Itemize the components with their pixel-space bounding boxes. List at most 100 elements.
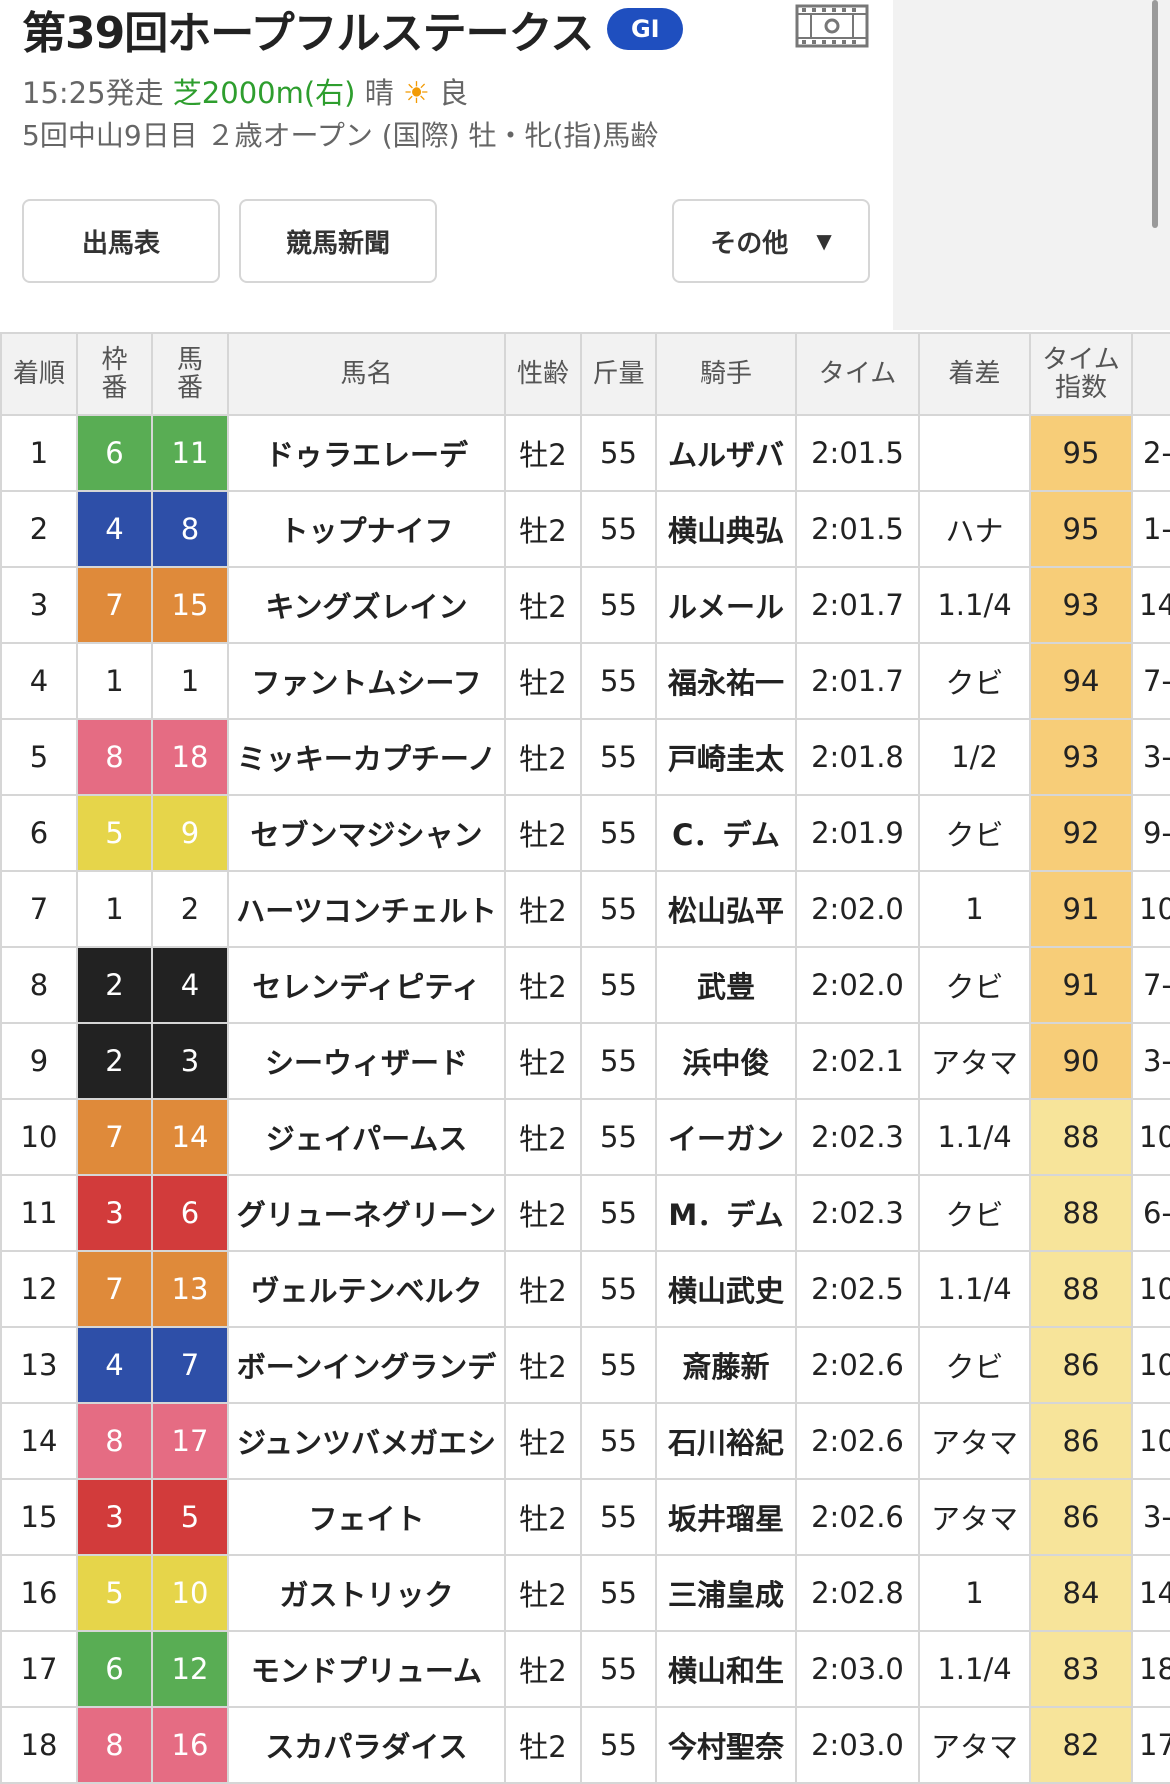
weight-cell: 55	[580, 1326, 657, 1404]
newspaper-button[interactable]: 競馬新聞	[239, 199, 437, 283]
extra-cell: 6-	[1131, 1174, 1170, 1252]
horse-name-link[interactable]: シーウィザード	[227, 1022, 506, 1100]
going: 良	[439, 76, 469, 110]
sex-age-cell: 牡2	[504, 1630, 582, 1708]
jockey-link[interactable]: 武豊	[655, 946, 797, 1024]
margin-cell: 1.1/4	[918, 1630, 1031, 1708]
horse-name-link[interactable]: スカパラダイス	[227, 1706, 506, 1784]
horse-name-link[interactable]: ジェイパームス	[227, 1098, 506, 1176]
horse-name-link[interactable]: モンドプリューム	[227, 1630, 506, 1708]
time-index-cell: 94	[1029, 642, 1133, 720]
table-row[interactable]: 14817ジュンツバメガエシ牡255石川裕紀2:02.6アタマ8610	[0, 1402, 1170, 1480]
extra-cell: 14	[1131, 1554, 1170, 1632]
horse-name-link[interactable]: フェイト	[227, 1478, 506, 1556]
jockey-link[interactable]: イーガン	[655, 1098, 797, 1176]
video-icon[interactable]	[795, 4, 869, 48]
table-row[interactable]: 6 5 9 セブンマジシャン 牡2 55 C．デム 2:01.9 クビ 92 9-	[0, 794, 1170, 872]
table-row[interactable]: 4 1 1 ファントムシーフ 牡2 55 福永祐一 2:01.7 クビ 94 7-	[0, 642, 1170, 720]
table-row[interactable]: 11 3 6 グリューネグリーン 牡2 55 M．デム 2:02.3 クビ 88 6-	[0, 1174, 1170, 1252]
rank-cell: 12	[0, 1250, 78, 1328]
margin-cell: クビ	[918, 642, 1031, 720]
table-row[interactable]: 9 2 3 シーウィザード 牡2 55 浜中俊 2:02.1 アタマ 90 3-	[0, 1022, 1170, 1100]
jockey-link[interactable]: 三浦皇成	[655, 1554, 797, 1632]
jockey-link[interactable]: 斎藤新	[655, 1326, 797, 1404]
weight-cell: 55	[580, 1022, 657, 1100]
jockey-link[interactable]: 坂井瑠星	[655, 1478, 797, 1556]
horse-name-link[interactable]: ファントムシーフ	[227, 642, 506, 720]
extra-cell: 14	[1131, 566, 1170, 644]
waku-cell: 3	[76, 1174, 153, 1252]
horse-name-link[interactable]: ボーンイングランデ	[227, 1326, 506, 1404]
table-row[interactable]: 17612モンドプリューム牡255横山和生2:03.01.1/48318	[0, 1630, 1170, 1708]
weight-cell: 55	[580, 794, 657, 872]
table-row[interactable]: 18816スカパラダイス牡255今村聖奈2:03.0アタマ8217	[0, 1706, 1170, 1784]
rank-cell: 5	[0, 718, 78, 796]
table-row[interactable]: 1347ボーンイングランデ牡255斎藤新2:02.6クビ8610	[0, 1326, 1170, 1404]
waku-cell: 6	[76, 1630, 153, 1708]
jockey-link[interactable]: 浜中俊	[655, 1022, 797, 1100]
scrollbar[interactable]	[1152, 0, 1158, 228]
start-time: 15:25発走	[22, 76, 164, 110]
time-cell: 2:01.9	[795, 794, 920, 872]
horse-name-link[interactable]: キングズレイン	[227, 566, 506, 644]
waku-cell: 2	[76, 946, 153, 1024]
waku-cell: 4	[76, 490, 153, 568]
jockey-link[interactable]: 石川裕紀	[655, 1402, 797, 1480]
extra-cell: 10	[1131, 1250, 1170, 1328]
sex-age-cell: 牡2	[504, 490, 582, 568]
waku-cell: 5	[76, 794, 153, 872]
entry-table-button[interactable]: 出馬表	[22, 199, 220, 283]
race-header: 第39回ホープフルステークス GI 15:25発走 芝2000m(右) 晴 ☀ …	[0, 0, 893, 330]
jockey-link[interactable]: 戸崎圭太	[655, 718, 797, 796]
margin-cell: 1.1/4	[918, 566, 1031, 644]
table-row[interactable]: 1 6 11 ドゥラエレーデ 牡2 55 ムルザバ 2:01.5 95 2-	[0, 414, 1170, 492]
waku-cell: 5	[76, 1554, 153, 1632]
table-row[interactable]: 16510ガストリック牡255三浦皇成2:02.818414	[0, 1554, 1170, 1632]
horse-name-link[interactable]: ジュンツバメガエシ	[227, 1402, 506, 1480]
table-row[interactable]: 2 4 8 トップナイフ 牡2 55 横山典弘 2:01.5 ハナ 95 1-	[0, 490, 1170, 568]
weight-cell: 55	[580, 718, 657, 796]
horse-name-link[interactable]: トップナイフ	[227, 490, 506, 568]
rank-cell: 1	[0, 414, 78, 492]
horse-name-link[interactable]: ガストリック	[227, 1554, 506, 1632]
extra-cell: 10	[1131, 1326, 1170, 1404]
table-row[interactable]: 15 3 5 フェイト 牡2 55 坂井瑠星 2:02.6 アタマ 86 3-	[0, 1478, 1170, 1556]
time-cell: 2:02.5	[795, 1250, 920, 1328]
jockey-link[interactable]: 福永祐一	[655, 642, 797, 720]
table-row[interactable]: 3715キングズレイン牡255ルメール2:01.71.1/49314	[0, 566, 1170, 644]
jockey-link[interactable]: ムルザバ	[655, 414, 797, 492]
table-row[interactable]: 10714ジェイパームス牡255イーガン2:02.31.1/48810	[0, 1098, 1170, 1176]
horse-name-link[interactable]: ヴェルテンベルク	[227, 1250, 506, 1328]
time-index-cell: 95	[1029, 414, 1133, 492]
horse-name-link[interactable]: セレンディピティ	[227, 946, 506, 1024]
header-margin: 着差	[918, 332, 1031, 416]
table-row[interactable]: 12713ヴェルテンベルク牡255横山武史2:02.51.1/48810	[0, 1250, 1170, 1328]
horse-name-link[interactable]: セブンマジシャン	[227, 794, 506, 872]
rank-cell: 11	[0, 1174, 78, 1252]
jockey-link[interactable]: 松山弘平	[655, 870, 797, 948]
jockey-link[interactable]: 横山武史	[655, 1250, 797, 1328]
jockey-link[interactable]: 横山典弘	[655, 490, 797, 568]
jockey-link[interactable]: M．デム	[655, 1174, 797, 1252]
jockey-link[interactable]: C．デム	[655, 794, 797, 872]
jockey-link[interactable]: ルメール	[655, 566, 797, 644]
horse-name-link[interactable]: グリューネグリーン	[227, 1174, 506, 1252]
uma-cell: 13	[151, 1250, 229, 1328]
other-dropdown-button[interactable]: その他 ▼	[672, 199, 870, 283]
weight-cell: 55	[580, 566, 657, 644]
sex-age-cell: 牡2	[504, 1554, 582, 1632]
uma-cell: 10	[151, 1554, 229, 1632]
table-row[interactable]: 8 2 4 セレンディピティ 牡2 55 武豊 2:02.0 クビ 91 7-	[0, 946, 1170, 1024]
sex-age-cell: 牡2	[504, 1022, 582, 1100]
table-row[interactable]: 5 8 18 ミッキーカプチーノ 牡2 55 戸崎圭太 2:01.8 1/2 93 3-	[0, 718, 1170, 796]
horse-name-link[interactable]: ハーツコンチェルト	[227, 870, 506, 948]
waku-cell: 7	[76, 1250, 153, 1328]
margin-cell: ハナ	[918, 490, 1031, 568]
jockey-link[interactable]: 横山和生	[655, 1630, 797, 1708]
table-row[interactable]: 712ハーツコンチェルト牡255松山弘平2:02.019110	[0, 870, 1170, 948]
horse-name-link[interactable]: ドゥラエレーデ	[227, 414, 506, 492]
margin-cell: 1/2	[918, 718, 1031, 796]
jockey-link[interactable]: 今村聖奈	[655, 1706, 797, 1784]
horse-name-link[interactable]: ミッキーカプチーノ	[227, 718, 506, 796]
time-index-cell: 88	[1029, 1098, 1133, 1176]
